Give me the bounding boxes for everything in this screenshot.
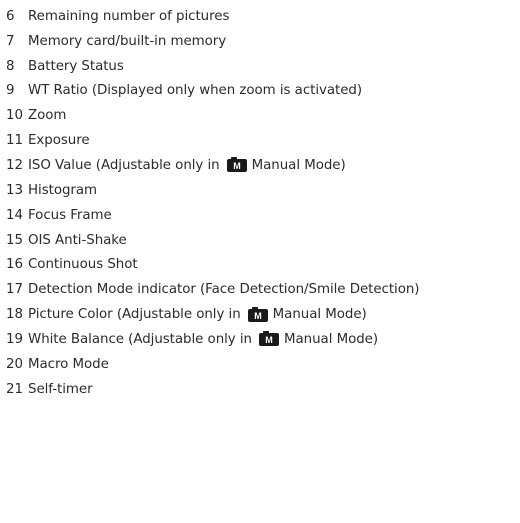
item-number: 12: [6, 157, 23, 173]
item-description: OIS Anti-Shake: [28, 232, 127, 248]
legend-item: 14 Focus Frame: [6, 203, 520, 228]
item-description: Continuous Shot: [28, 257, 138, 273]
item-description: Exposure: [28, 133, 90, 149]
legend-item: 17 Detection Mode indicator (Face Detect…: [6, 277, 520, 302]
item-number: 18: [6, 307, 23, 323]
legend-item: 18 Picture Color (Adjustable only in M M…: [6, 302, 520, 327]
item-description: Self-timer: [28, 381, 93, 397]
legend-item: 12 ISO Value (Adjustable only in M Manua…: [6, 153, 520, 178]
legend-item: 13 Histogram: [6, 178, 520, 203]
item-number: 11: [6, 133, 23, 149]
legend-item: 19 White Balance (Adjustable only in M M…: [6, 327, 520, 352]
item-description: Focus Frame: [28, 207, 112, 223]
legend-list: 6 Remaining number of pictures 7 Memory …: [6, 4, 520, 402]
camera-manual-mode-icon: M: [247, 306, 268, 322]
legend-item: 7 Memory card/built-in memory: [6, 29, 520, 54]
item-number: 15: [6, 232, 23, 248]
item-number: 9: [6, 83, 15, 99]
item-description: Zoom: [28, 108, 67, 124]
item-description-suffix: Manual Mode): [284, 331, 379, 347]
item-description: Macro Mode: [28, 356, 109, 372]
item-description: WT Ratio (Displayed only when zoom is ac…: [28, 83, 363, 99]
item-number: 10: [6, 108, 23, 124]
legend-item: 21 Self-timer: [6, 377, 520, 402]
item-number: 7: [6, 33, 15, 49]
legend-item: 16 Continuous Shot: [6, 252, 520, 277]
item-description: Picture Color (Adjustable only in: [28, 307, 241, 323]
item-description: Histogram: [28, 182, 98, 198]
item-description: ISO Value (Adjustable only in: [28, 157, 220, 173]
camera-manual-mode-icon: M: [259, 330, 279, 347]
item-number: 19: [6, 331, 23, 347]
legend-item: 9 WT Ratio (Displayed only when zoom is …: [6, 79, 520, 104]
item-number: 6: [6, 8, 15, 24]
legend-item: 11 Exposure: [6, 128, 520, 153]
item-description: Battery Status: [28, 58, 124, 74]
item-number: 16: [6, 257, 23, 273]
svg-text:M: M: [265, 336, 272, 346]
camera-manual-mode-icon: M: [226, 156, 247, 173]
legend-item: 6 Remaining number of pictures: [6, 4, 520, 29]
legend-item: 10 Zoom: [6, 103, 520, 128]
item-description: White Balance (Adjustable only in: [28, 331, 252, 347]
item-number: 20: [6, 356, 23, 372]
item-description: Remaining number of pictures: [28, 8, 230, 24]
item-number: 13: [6, 182, 23, 198]
legend-item: 8 Battery Status: [6, 54, 520, 79]
svg-text:M: M: [233, 162, 240, 172]
item-description: Detection Mode indicator (Face Detection…: [28, 282, 420, 298]
legend-item: 15 OIS Anti-Shake: [6, 228, 520, 253]
item-description: Memory card/built-in memory: [28, 33, 227, 49]
item-number: 21: [6, 381, 23, 397]
item-description-suffix: Manual Mode): [272, 307, 367, 323]
item-number: 8: [6, 58, 15, 74]
item-number: 17: [6, 282, 23, 298]
item-number: 14: [6, 207, 23, 223]
legend-item: 20 Macro Mode: [6, 352, 520, 377]
item-description-suffix: Manual Mode): [251, 157, 346, 173]
svg-text:M: M: [254, 311, 261, 321]
